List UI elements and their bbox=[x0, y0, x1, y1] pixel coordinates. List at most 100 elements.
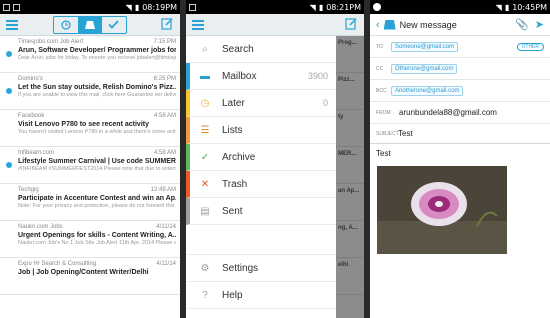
app-toolbar bbox=[186, 14, 364, 36]
email-time: 4/11/14 bbox=[156, 261, 176, 267]
cc-recipient-chip[interactable]: Otherone@gmail.com bbox=[391, 63, 458, 74]
to-row[interactable]: TO Someone@gmail.com OTHER bbox=[370, 36, 550, 58]
later-tab-icon[interactable] bbox=[54, 17, 78, 33]
email-sender: Techgig bbox=[18, 187, 39, 193]
dimmed-email-subject: an Ap... bbox=[336, 184, 364, 221]
subject-field[interactable]: Test bbox=[398, 129, 413, 138]
drawer-screen: ◥ ▮ 08:21PM Prog... Pizz... ty MER... an Ap.… bbox=[186, 0, 364, 318]
email-time: 4:58 AM bbox=[153, 150, 176, 156]
email-sender: Timesjobs.com Job Alert bbox=[18, 39, 84, 45]
email-preview: If you are unable to view this mail, cli… bbox=[18, 92, 176, 98]
help-icon: ? bbox=[202, 289, 208, 301]
send-icon[interactable]: ➤ bbox=[535, 18, 544, 31]
menu-spacer bbox=[186, 225, 336, 255]
menu-item-later[interactable]: ◷ Later 0 bbox=[186, 90, 336, 117]
email-subject: Arun, Software Developer/ Programmer job… bbox=[18, 47, 176, 54]
menu-item-label: Lists bbox=[222, 124, 243, 136]
inbox-tab-icon[interactable] bbox=[77, 16, 102, 33]
email-sender: Naukri.com Jobs bbox=[18, 224, 63, 230]
status-time: 08:19PM bbox=[142, 2, 177, 12]
cc-label: CC bbox=[376, 65, 384, 72]
email-list-item[interactable]: Expo Hr Search & Consulting 4/11/14 Job | … bbox=[0, 258, 180, 295]
menu-item-mailbox[interactable]: ▬ Mailbox 3900 bbox=[186, 63, 336, 90]
status-time: 10:45PM bbox=[512, 2, 547, 12]
email-list-item[interactable]: Naukri.com Jobs 4/11/14 Urgent Openings fo… bbox=[0, 221, 180, 258]
email-list: Timesjobs.com Job Alert 7:15 PM Arun, Soft… bbox=[0, 36, 180, 295]
bcc-recipient-chip[interactable]: Anotherone@gmail.com bbox=[391, 85, 464, 96]
compose-icon[interactable] bbox=[345, 17, 358, 32]
email-subject: Job | Job Opening/Content Writer/Delhi bbox=[18, 269, 149, 276]
back-icon[interactable]: ‹ bbox=[376, 19, 380, 31]
menu-item-sent[interactable]: ▤ Sent bbox=[186, 198, 336, 225]
email-preview: Naukri.com Job's No 1 Job Site Job Alert… bbox=[18, 240, 176, 246]
done-tab-icon[interactable] bbox=[102, 17, 126, 33]
dimmed-email-subject: elhi bbox=[336, 258, 364, 295]
menu-item-label: Archive bbox=[222, 151, 256, 163]
compose-toolbar: ‹ New message 📎 ➤ bbox=[370, 14, 550, 36]
from-value[interactable]: arunbundela88@gmail.com bbox=[399, 108, 497, 117]
email-list-item[interactable]: Domino's 6:25 PM Let the Sun stay outside,… bbox=[0, 73, 180, 110]
menu-item-label: Trash bbox=[222, 178, 248, 190]
other-button[interactable]: OTHER bbox=[516, 42, 544, 51]
unread-dot-icon bbox=[6, 51, 12, 57]
email-time: 6:25 PM bbox=[153, 76, 176, 82]
menu-item-help[interactable]: ? Help bbox=[186, 282, 336, 309]
dimmed-email-subject: ty bbox=[336, 110, 364, 147]
menu-item-trash[interactable]: ✕ Trash bbox=[186, 171, 336, 198]
attach-icon[interactable]: 📎 bbox=[515, 18, 529, 31]
subject-row[interactable]: SUBJECT Test bbox=[370, 124, 550, 144]
email-preview: Dear Arun, jobs for today. To ensure you… bbox=[18, 55, 176, 61]
menu-item-archive[interactable]: ✓ Archive bbox=[186, 144, 336, 171]
email-subject: Visit Lenovo P780 to see recent activity bbox=[18, 121, 149, 128]
email-subject: Participate in Accenture Contest and win… bbox=[18, 195, 176, 202]
signal-icon: ▮ bbox=[504, 2, 510, 12]
email-subject: Urgent Openings for skills - Content Wri… bbox=[18, 232, 176, 239]
search-icon: ⌕ bbox=[202, 43, 208, 55]
to-recipient-chip[interactable]: Someone@gmail.com bbox=[391, 41, 459, 52]
compose-icon[interactable] bbox=[161, 17, 174, 32]
menu-item-label: Sent bbox=[222, 205, 243, 217]
status-bar: ◥ ▮ 08:21PM bbox=[186, 0, 364, 14]
subject-label: SUBJECT bbox=[376, 130, 399, 137]
email-sender: Infibeam.com bbox=[18, 150, 55, 156]
menu-item-lists[interactable]: ☰ Lists bbox=[186, 117, 336, 144]
email-list-item[interactable]: Techgig 12:49 AM Participate in Accenture … bbox=[0, 184, 180, 221]
trash-icon: ✕ bbox=[200, 178, 210, 190]
email-list-item[interactable]: Facebook 4:58 AM Visit Lenovo P780 to see … bbox=[0, 110, 180, 147]
email-list-item[interactable]: Infibeam.com 4:58 AM Lifestyle Summer Carn… bbox=[0, 147, 180, 184]
menu-item-count: 3900 bbox=[307, 71, 328, 81]
unread-dot-icon bbox=[6, 162, 12, 168]
email-preview: Note: For your privacy and protection, p… bbox=[18, 203, 176, 209]
mailbox-icon: ▬ bbox=[200, 70, 210, 82]
cc-row[interactable]: CC Otherone@gmail.com bbox=[370, 58, 550, 80]
email-time: 4:58 AM bbox=[153, 113, 176, 119]
sent-icon: ▤ bbox=[200, 205, 210, 217]
view-switcher bbox=[52, 15, 127, 34]
email-subject: Let the Sun stay outside, Relish Domino'… bbox=[18, 84, 176, 91]
menu-item-search[interactable]: ⌕ Search bbox=[186, 36, 336, 63]
from-row[interactable]: FROM arunbundela88@gmail.com bbox=[370, 102, 550, 124]
unread-dot-icon bbox=[6, 88, 12, 94]
attached-image[interactable] bbox=[377, 166, 507, 254]
dimmed-email-subject: MER... bbox=[336, 147, 364, 184]
email-sender: Expo Hr Search & Consulting bbox=[18, 261, 97, 267]
bcc-row[interactable]: BCC Anotherone@gmail.com bbox=[370, 80, 550, 102]
compose-screen: ◥ ▮ 10:45PM ‹ New message 📎 ➤ TO Someone… bbox=[370, 0, 550, 318]
compose-title: New message bbox=[399, 19, 457, 30]
menu-item-label: Mailbox bbox=[222, 70, 257, 82]
menu-item-settings[interactable]: ⚙ Settings bbox=[186, 255, 336, 282]
email-sender: Facebook bbox=[18, 113, 45, 119]
menu-icon[interactable] bbox=[6, 19, 18, 30]
menu-icon[interactable] bbox=[192, 19, 204, 30]
menu-item-count: 0 bbox=[322, 98, 328, 108]
inbox-screen: ◥ ▮ 08:19PM Timesjobs.com Job Alert 7:15 … bbox=[0, 0, 180, 318]
navigation-drawer: ⌕ Search ▬ Mailbox 3900 ◷ Later 0 ☰ Lists ✓ Archive… bbox=[186, 36, 336, 318]
email-list-item[interactable]: Timesjobs.com Job Alert 7:15 PM Arun, Soft… bbox=[0, 36, 180, 73]
dimmed-inbox[interactable]: Prog... Pizz... ty MER... an Ap... ng, A... el… bbox=[336, 36, 364, 318]
mailbox-logo-icon bbox=[383, 19, 396, 30]
email-time: 4/11/14 bbox=[156, 224, 176, 230]
message-body[interactable]: Test bbox=[370, 144, 550, 163]
settings-icon: ⚙ bbox=[200, 262, 210, 274]
email-preview: #INFIBEAM #SUMMERFEST2014 Please note th… bbox=[18, 166, 176, 172]
menu-item-label: Settings bbox=[222, 262, 259, 274]
